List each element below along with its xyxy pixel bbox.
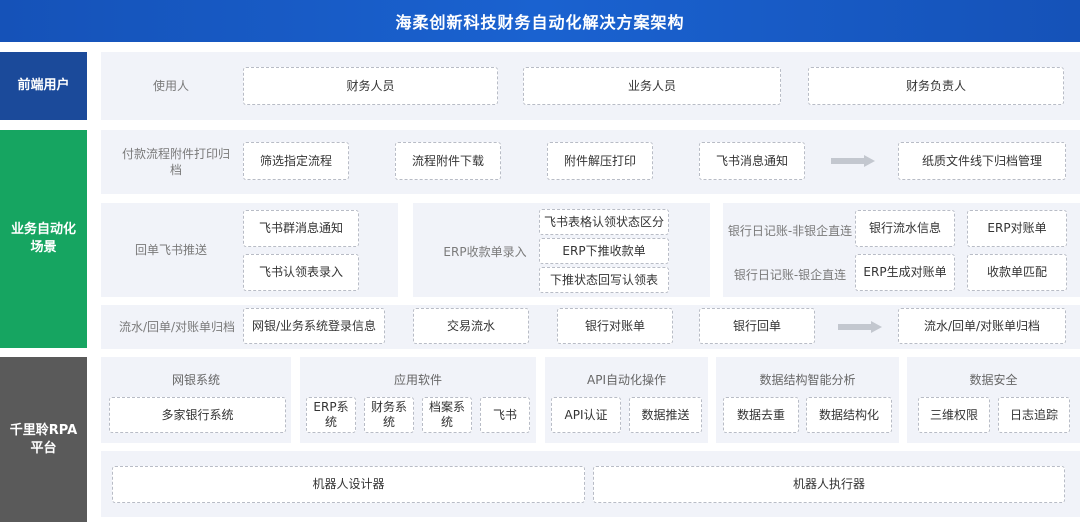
feishu-group-notify: 飞书群消息通知 bbox=[243, 210, 359, 247]
api-auth: API认证 bbox=[551, 397, 621, 433]
bank-flow-info: 银行流水信息 bbox=[855, 210, 955, 247]
module-online-banking: 网银系统 多家银行系统 bbox=[101, 357, 291, 443]
module-data-analysis-title: 数据结构智能分析 bbox=[759, 373, 856, 387]
archive-flow-label: 流水/回单/对账单归档 bbox=[118, 320, 236, 334]
frontend-panel: 使用人 财务人员 业务人员 财务负责人 bbox=[101, 52, 1080, 120]
user-finance-head: 财务负责人 bbox=[808, 67, 1064, 105]
three-dim-permission: 三维权限 bbox=[918, 397, 990, 433]
receipt-push-panel: 回单飞书推送 飞书群消息通知 飞书认领表录入 bbox=[101, 203, 398, 297]
multi-bank-systems: 多家银行系统 bbox=[109, 397, 286, 433]
payment-flow-label: 付款流程附件打印归档 bbox=[121, 147, 230, 177]
user-finance-staff: 财务人员 bbox=[243, 67, 498, 105]
erp-statement: ERP对账单 bbox=[967, 210, 1067, 247]
erp-receipt-label: ERP收款单录入 bbox=[443, 245, 527, 259]
frontend-label: 使用人 bbox=[152, 79, 189, 93]
robot-executor: 机器人执行器 bbox=[593, 466, 1065, 503]
app-archive: 档案系统 bbox=[422, 397, 472, 433]
receipt-matching: 收款单匹配 bbox=[967, 254, 1067, 291]
writeback-claim-table: 下推状态回写认领表 bbox=[539, 267, 669, 293]
bank-journal-nondirect-label: 银行日记账-非银企直连 bbox=[727, 224, 853, 238]
feishu-claim-status: 飞书表格认领状态区分 bbox=[539, 209, 669, 235]
feishu-claim-entry: 飞书认领表录入 bbox=[243, 254, 359, 291]
module-data-security: 数据安全 三维权限 日志追踪 bbox=[907, 357, 1080, 443]
transaction-flow: 交易流水 bbox=[413, 308, 529, 344]
receipt-push-label: 回单飞书推送 bbox=[134, 243, 207, 257]
data-structuring: 数据结构化 bbox=[806, 397, 892, 433]
step-download-attachments: 流程附件下载 bbox=[395, 142, 501, 180]
archive-flow-panel: 流水/回单/对账单归档 网银/业务系统登录信息 交易流水 银行对账单 银行回单 … bbox=[101, 305, 1080, 349]
module-api-automation: API自动化操作 API认证 数据推送 bbox=[545, 357, 708, 443]
login-info: 网银/业务系统登录信息 bbox=[243, 308, 385, 344]
bank-journal-panel: 银行日记账-非银企直连 银行日记账-银企直连 银行流水信息 ERP对账单 ERP… bbox=[723, 203, 1080, 297]
section-rpa-platform: 千里聆RPA平台 bbox=[0, 357, 87, 522]
erp-receipt-panel: ERP收款单录入 飞书表格认领状态区分 ERP下推收款单 下推状态回写认领表 bbox=[413, 203, 710, 297]
step-paper-archive: 纸质文件线下归档管理 bbox=[898, 142, 1066, 180]
robot-designer: 机器人设计器 bbox=[112, 466, 585, 503]
step-feishu-notify: 飞书消息通知 bbox=[699, 142, 805, 180]
module-applications: 应用软件 ERP系统 财务系统 档案系统 飞书 bbox=[300, 357, 536, 443]
erp-generate-statement: ERP生成对账单 bbox=[855, 254, 955, 291]
module-data-analysis: 数据结构智能分析 数据去重 数据结构化 bbox=[716, 357, 899, 443]
payment-flow-panel: 付款流程附件打印归档 筛选指定流程 流程附件下载 附件解压打印 飞书消息通知 纸… bbox=[101, 130, 1080, 194]
module-api-automation-title: API自动化操作 bbox=[587, 373, 666, 387]
user-business-staff: 业务人员 bbox=[523, 67, 781, 105]
step-unzip-print: 附件解压打印 bbox=[547, 142, 653, 180]
module-data-security-title: 数据安全 bbox=[969, 373, 1018, 387]
section-frontend-users: 前端用户 bbox=[0, 52, 87, 120]
bank-journal-direct-label: 银行日记账-银企直连 bbox=[733, 268, 847, 282]
erp-push-receipt: ERP下推收款单 bbox=[539, 238, 669, 264]
step-filter-process: 筛选指定流程 bbox=[243, 142, 349, 180]
app-erp: ERP系统 bbox=[306, 397, 356, 433]
app-feishu: 飞书 bbox=[480, 397, 530, 433]
log-tracking: 日志追踪 bbox=[998, 397, 1070, 433]
module-online-banking-title: 网银系统 bbox=[171, 373, 220, 387]
data-push: 数据推送 bbox=[629, 397, 702, 433]
data-dedup: 数据去重 bbox=[723, 397, 799, 433]
right-arrow-icon bbox=[831, 155, 875, 167]
right-arrow-icon bbox=[838, 321, 882, 333]
module-applications-title: 应用软件 bbox=[393, 373, 442, 387]
robot-panel: 机器人设计器 机器人执行器 bbox=[101, 451, 1080, 517]
bank-statement: 银行对账单 bbox=[557, 308, 673, 344]
section-business-scenarios: 业务自动化场景 bbox=[0, 130, 87, 348]
bank-receipt: 银行回单 bbox=[699, 308, 815, 344]
app-finance: 财务系统 bbox=[364, 397, 414, 433]
archive-final: 流水/回单/对账单归档 bbox=[898, 308, 1066, 344]
architecture-title: 海柔创新科技财务自动化解决方案架构 bbox=[0, 0, 1080, 42]
